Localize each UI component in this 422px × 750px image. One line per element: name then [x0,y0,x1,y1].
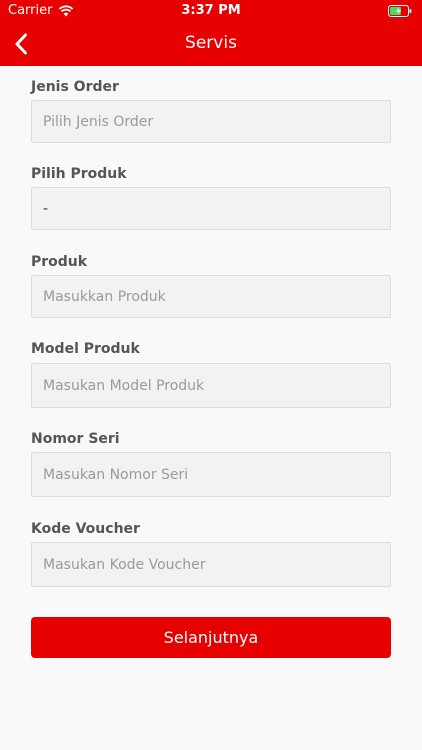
voucher-code-input[interactable]: Masukan Kode Voucher [31,542,391,587]
status-time: 3:37 PM [181,3,241,18]
serial-number-input[interactable]: Masukan Nomor Seri [31,452,391,497]
product-model-label: Model Produk [31,341,140,357]
page-title: Servis [185,33,237,53]
battery-charging-icon [388,5,412,17]
serial-number-label: Nomor Seri [31,431,120,447]
status-bar: Carrier 3:37 PM [0,0,422,22]
order-type-select[interactable]: Pilih Jenis Order [31,100,391,143]
product-input[interactable]: Masukkan Produk [31,275,391,318]
app-header: Carrier 3:37 PM Servis [0,0,422,66]
product-label: Produk [31,254,88,270]
product-model-input[interactable]: Masukan Model Produk [31,363,391,408]
voucher-code-label: Kode Voucher [31,521,140,537]
select-product-select[interactable]: - [31,187,391,230]
next-button-label: Selanjutnya [163,628,259,647]
navigation-bar: Servis [0,22,422,66]
select-product-label: Pilih Produk [31,166,127,182]
order-type-label: Jenis Order [31,79,119,95]
next-button[interactable]: Selanjutnya [31,617,391,658]
